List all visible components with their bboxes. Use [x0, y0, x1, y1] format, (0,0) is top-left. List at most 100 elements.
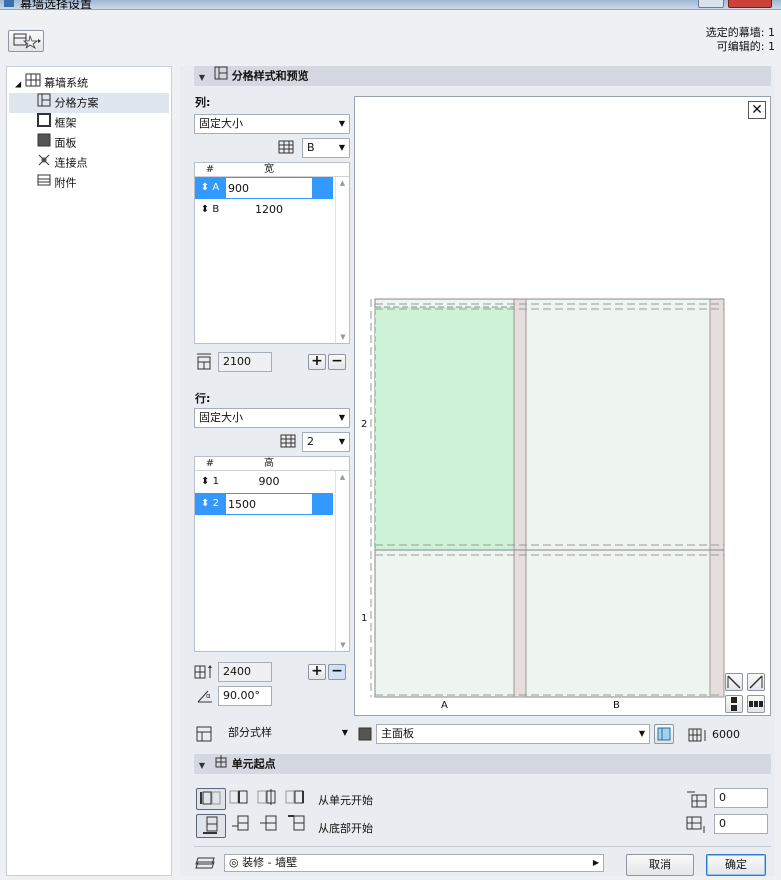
origin-bottom-button[interactable]	[196, 814, 226, 838]
rows-mode-select[interactable]: 固定大小 ▼	[194, 408, 350, 428]
rows-table-scrollbar[interactable]: ▲ ▼	[335, 471, 349, 651]
height-icon	[688, 728, 708, 745]
grid-scheme-icon	[37, 93, 51, 114]
total-width-icon	[196, 352, 212, 373]
row-label-2: 2	[361, 419, 368, 430]
row-id-cell[interactable]: ⬍ 2	[195, 493, 225, 515]
from-bottom-label: 从底部开始	[318, 822, 373, 835]
origin-icon	[214, 754, 228, 775]
scheme-style-value: 部分式样	[228, 726, 272, 739]
favorites-button[interactable]	[8, 30, 44, 52]
table-row[interactable]: ⬍ 1 900	[195, 471, 349, 493]
pattern-grid-icon	[278, 140, 294, 157]
add-row-button[interactable]: +	[308, 664, 326, 680]
tree-item-junction[interactable]: 连接点	[7, 153, 171, 173]
columns-label: 列:	[195, 96, 211, 109]
columns-mode-select[interactable]: 固定大小 ▼	[194, 114, 350, 134]
panel-settings-button[interactable]	[654, 724, 674, 744]
grid-scheme-icon	[214, 66, 228, 87]
row-header-height: 高	[264, 458, 274, 469]
add-column-button[interactable]: +	[308, 354, 326, 370]
rows-label: 行:	[195, 392, 211, 405]
section-header-pattern[interactable]: ▼ 分格样式和预览	[194, 66, 771, 86]
row-id-cell[interactable]: ⬍ B	[195, 199, 225, 221]
editable-count: 可编辑的: 1	[716, 40, 775, 53]
main-panel-select[interactable]: 主面板 ▼	[376, 724, 650, 744]
favorites-icon	[13, 33, 41, 50]
offset-x-field[interactable]: 0	[714, 788, 768, 808]
row-header-id: #	[205, 458, 215, 469]
remove-column-button[interactable]: −	[328, 354, 346, 370]
curtain-wall-system-icon	[25, 73, 41, 94]
origin-top-button[interactable]	[284, 814, 310, 838]
origin-right-button[interactable]	[284, 788, 310, 810]
row-label-1: 1	[361, 613, 368, 624]
junction-icon	[37, 153, 51, 174]
chevron-right-icon: ▶	[592, 858, 599, 867]
row-value-cell[interactable]: 900	[225, 471, 313, 493]
tree-item-grid-scheme[interactable]: 分格方案	[9, 93, 169, 113]
selected-count: 选定的幕墙: 1	[705, 26, 775, 39]
origin-vertical-buttons	[196, 814, 310, 838]
col-header-id: #	[205, 164, 215, 175]
stack-horizontal-button[interactable]	[747, 695, 765, 713]
origin-middle-button[interactable]	[256, 814, 282, 838]
collapse-icon[interactable]: ▼	[194, 756, 210, 776]
table-row[interactable]: ⬍ B 1200	[195, 199, 349, 221]
row-value-cell[interactable]: 1200	[225, 199, 313, 221]
tree-expand-icon[interactable]: ◢	[15, 80, 21, 89]
vertical-mullion	[513, 298, 527, 698]
chevron-down-icon: ▼	[338, 413, 345, 422]
main-panel: ▼ 分格样式和预览 列: 固定大小 ▼ B ▼ # 宽 ⬍ A 900 ⬍ B …	[180, 66, 775, 876]
scheme-style-select[interactable]: 部分式样 ▼	[224, 724, 352, 744]
svg-text:α: α	[206, 692, 211, 700]
accessory-icon	[37, 173, 51, 194]
offset-y-icon	[686, 816, 708, 837]
offset-y-field[interactable]: 0	[714, 814, 768, 834]
main-panel-value: 主面板	[381, 727, 414, 740]
angle-icon: α	[196, 688, 214, 707]
total-width-field: 2100	[218, 352, 272, 372]
layer-value: 装修 - 墙壁	[242, 856, 298, 869]
main-panel-icon	[358, 727, 372, 744]
tree-root[interactable]: ◢ 幕墙系统	[7, 73, 171, 93]
ok-button[interactable]: 确定	[706, 854, 766, 876]
minimize-button[interactable]	[698, 0, 724, 8]
chevron-down-icon: ▼	[338, 143, 345, 152]
origin-center-left-button[interactable]	[228, 788, 254, 810]
columns-pattern-value: B	[307, 141, 315, 154]
total-height-field: 2400	[218, 662, 272, 682]
layer-select[interactable]: ◎ 装修 - 墙壁 ▶	[224, 854, 604, 872]
cancel-button[interactable]: 取消	[626, 854, 694, 876]
row-value-input[interactable]: 900	[225, 177, 313, 199]
tree-item-accessory[interactable]: 附件	[7, 173, 171, 193]
origin-middle-low-button[interactable]	[228, 814, 254, 838]
close-window-button[interactable]	[728, 0, 772, 8]
row-id-cell[interactable]: ⬍ A	[195, 177, 225, 199]
stack-horizontal-icon	[749, 701, 763, 707]
rows-pattern-select[interactable]: 2 ▼	[302, 432, 350, 452]
columns-table-scrollbar[interactable]: ▲ ▼	[335, 177, 349, 343]
tree-item-panel[interactable]: 面板	[7, 133, 171, 153]
remove-row-button[interactable]: −	[328, 664, 346, 680]
collapse-icon[interactable]: ▼	[194, 68, 210, 88]
tree-item-label: 附件	[54, 176, 77, 190]
stack-vertical-button[interactable]	[725, 695, 743, 713]
grid-preview[interactable]: ✕ 2 1 A B	[354, 96, 771, 716]
chevron-down-icon: ▼	[341, 728, 348, 737]
row-value-input[interactable]: 1500	[225, 493, 313, 515]
table-row[interactable]: ⬍ 2 1500	[195, 493, 349, 515]
row-id-cell[interactable]: ⬍ 1	[195, 471, 225, 493]
angle-field[interactable]: 90.00°	[218, 686, 272, 706]
app-icon	[4, 0, 14, 7]
origin-center-button[interactable]	[256, 788, 282, 810]
origin-left-button[interactable]	[196, 788, 226, 810]
table-row[interactable]: ⬍ A 900	[195, 177, 349, 199]
columns-pattern-select[interactable]: B ▼	[302, 138, 350, 158]
vertical-mullion	[709, 298, 725, 698]
from-cell-label: 从单元开始	[318, 794, 373, 807]
section-header-origin[interactable]: ▼ 单元起点	[194, 754, 771, 774]
slope-left-button[interactable]	[725, 673, 743, 691]
slope-right-button[interactable]	[747, 673, 765, 691]
tree-item-frame[interactable]: 框架	[7, 113, 171, 133]
